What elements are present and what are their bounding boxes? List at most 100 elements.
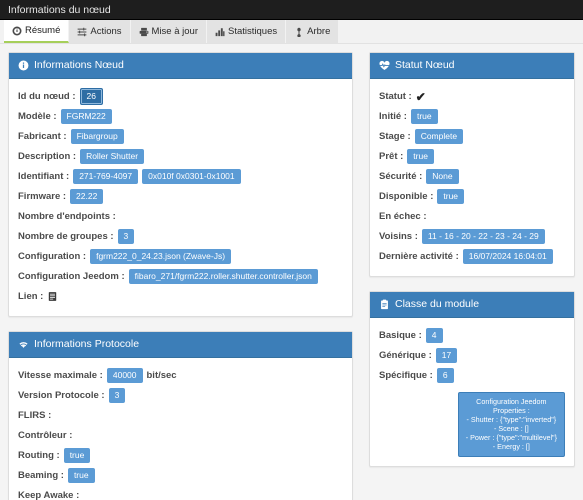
info-row: Identifiant :271-769-4097 0x010f 0x0301-0… bbox=[18, 167, 343, 186]
info-row: Configuration Jeedom : fibaro_271/fgrm222… bbox=[18, 267, 343, 286]
info-row-label: Dernière activité : bbox=[379, 251, 459, 262]
info-row: Lien : bbox=[18, 287, 343, 306]
info-row: En échec : bbox=[379, 207, 565, 226]
tab-label: Arbre bbox=[307, 26, 331, 37]
value-badge: fibaro_271/fgrm222.roller.shutter.contro… bbox=[128, 268, 318, 285]
info-row: Version Protocole :3 bbox=[18, 386, 343, 405]
value-badge: Complete bbox=[414, 128, 464, 145]
value-badge: true bbox=[67, 467, 95, 484]
info-row-label: Contrôleur : bbox=[18, 430, 73, 441]
value-badge: true bbox=[410, 108, 438, 125]
panel-header-protocol-info: Informations Protocole bbox=[9, 332, 352, 358]
info-row-label: Spécifique : bbox=[379, 370, 433, 381]
tab-statistiques[interactable]: Statistiques bbox=[207, 20, 287, 43]
tab-r-sum[interactable]: Résumé bbox=[4, 20, 70, 43]
info-row-label: Initié : bbox=[379, 111, 407, 122]
panel-module-class: Classe du module Basique :4 Générique :17 S… bbox=[369, 291, 575, 467]
workspace: Informations Nœud Id du nœud :26 Modèle : F… bbox=[0, 44, 583, 500]
info-row-label: Nombre de groupes : bbox=[18, 231, 114, 242]
panel-protocol-info: Informations Protocole Vitesse maximale :… bbox=[8, 331, 353, 500]
info-row-label: Firmware : bbox=[18, 191, 67, 202]
value-badge: 4 bbox=[425, 327, 443, 344]
panel-body-module-class: Basique :4 Générique :17 Spécifique :6 Conf… bbox=[370, 318, 574, 466]
info-row: Nombre d'endpoints : bbox=[18, 207, 343, 226]
value-badge: 271-769-4097 bbox=[73, 168, 139, 185]
panel-body-protocol-info: Vitesse maximale :40000 bit/sec Version Pr… bbox=[9, 358, 352, 500]
info-row: Voisins :11 - 16 - 20 - 22 - 23 - 24 - 2… bbox=[379, 227, 565, 246]
info-row-label: Prêt : bbox=[379, 151, 404, 162]
document-link-icon[interactable] bbox=[47, 291, 58, 302]
value-badge: 26 bbox=[79, 87, 103, 106]
window-title: Informations du nœud bbox=[8, 3, 111, 16]
info-row: Basique :4 bbox=[379, 326, 565, 345]
info-row-label: FLIRS : bbox=[18, 410, 52, 421]
info-row: Stage : Complete bbox=[379, 127, 565, 146]
info-row: Configuration : fgrm222_0_24.23.json (Zwa… bbox=[18, 247, 343, 266]
info-row-label: Statut : bbox=[379, 91, 412, 102]
info-row: Dernière activité :16/07/2024 16:04:01 bbox=[379, 247, 565, 266]
panel-title: Informations Protocole bbox=[34, 338, 140, 351]
info-row-label: Lien : bbox=[18, 291, 44, 302]
tab-label: Mise à jour bbox=[151, 26, 198, 37]
info-row: Fabricant : Fibargroup bbox=[18, 127, 343, 146]
panel-node-info: Informations Nœud Id du nœud :26 Modèle : F… bbox=[8, 52, 353, 317]
info-row-label: Id du nœud : bbox=[18, 91, 76, 102]
info-row-label: Fabricant : bbox=[18, 131, 67, 142]
panel-title: Statut Nœud bbox=[395, 59, 455, 72]
info-row: Statut : ✔ bbox=[379, 87, 565, 106]
value-badge: Roller Shutter bbox=[80, 148, 145, 165]
info-row-label: Modèle : bbox=[18, 111, 57, 122]
value-badge: 3 bbox=[117, 228, 135, 245]
tab-arbre[interactable]: Arbre bbox=[286, 20, 340, 43]
tooltip-wrapper: Configuration Jeedom Properties : - Shut… bbox=[379, 386, 565, 457]
tab-mise-jour[interactable]: Mise à jour bbox=[130, 20, 207, 43]
info-row: Disponible : true bbox=[379, 187, 565, 206]
upload-icon bbox=[139, 27, 149, 37]
info-row-label: Configuration : bbox=[18, 251, 87, 262]
sitemap-icon bbox=[294, 27, 304, 37]
value-badge: 17 bbox=[435, 347, 458, 364]
value-badge: 16/07/2024 16:04:01 bbox=[462, 248, 553, 265]
info-row-label: Description : bbox=[18, 151, 77, 162]
tab-actions[interactable]: Actions bbox=[69, 20, 131, 43]
panel-header-node-info: Informations Nœud bbox=[9, 53, 352, 79]
info-row-label: Nombre d'endpoints : bbox=[18, 211, 116, 222]
info-row-label: Vitesse maximale : bbox=[18, 370, 103, 381]
panel-node-status: Statut Nœud Statut : ✔ Initié : true Stage :C… bbox=[369, 52, 575, 277]
info-row: Routing : true bbox=[18, 446, 343, 465]
info-row: Beaming : true bbox=[18, 466, 343, 485]
tab-label: Actions bbox=[90, 26, 122, 37]
info-row-label: Générique : bbox=[379, 350, 432, 361]
info-row: Sécurité : None bbox=[379, 167, 565, 186]
info-row-label: En échec : bbox=[379, 211, 427, 222]
info-row-label: Configuration Jeedom : bbox=[18, 271, 125, 282]
info-row: Prêt : true bbox=[379, 147, 565, 166]
panel-header-node-status: Statut Nœud bbox=[370, 53, 574, 79]
value-badge: 40000 bbox=[106, 367, 143, 384]
tab-label: Statistiques bbox=[228, 26, 278, 37]
info-row-label: Basique : bbox=[379, 330, 422, 341]
panel-header-module-class: Classe du module bbox=[370, 292, 574, 318]
value-unit: bit/sec bbox=[146, 370, 177, 381]
bar-chart-icon bbox=[215, 27, 225, 37]
panel-body-node-status: Statut : ✔ Initié : true Stage : Complete Prêt… bbox=[370, 79, 574, 276]
info-row-label: Voisins : bbox=[379, 231, 418, 242]
panel-title: Informations Nœud bbox=[34, 59, 124, 72]
tab-label: Résumé bbox=[25, 25, 61, 36]
value-badge: 11 - 16 - 20 - 22 - 23 - 24 - 29 bbox=[421, 228, 545, 245]
left-column: Informations Nœud Id du nœud :26 Modèle : F… bbox=[8, 52, 353, 500]
value-badge: fgrm222_0_24.23.json (Zwave-Js) bbox=[90, 248, 232, 265]
sliders-icon bbox=[77, 27, 87, 37]
window-titlebar: Informations du nœud bbox=[0, 0, 583, 20]
clipboard-icon bbox=[379, 299, 390, 310]
info-row-label: Version Protocole : bbox=[18, 390, 105, 401]
info-circle-icon bbox=[18, 60, 29, 71]
info-row: Id du nœud :26 bbox=[18, 87, 343, 106]
value-badge: 3 bbox=[108, 387, 126, 404]
status-check-icon: ✔ bbox=[415, 89, 426, 104]
info-row: Vitesse maximale :40000 bit/sec bbox=[18, 366, 343, 385]
heartbeat-icon bbox=[379, 60, 390, 71]
value-badge: true bbox=[63, 447, 91, 464]
info-row: Contrôleur : bbox=[18, 426, 343, 445]
info-row-label: Keep Awake : bbox=[18, 490, 80, 500]
